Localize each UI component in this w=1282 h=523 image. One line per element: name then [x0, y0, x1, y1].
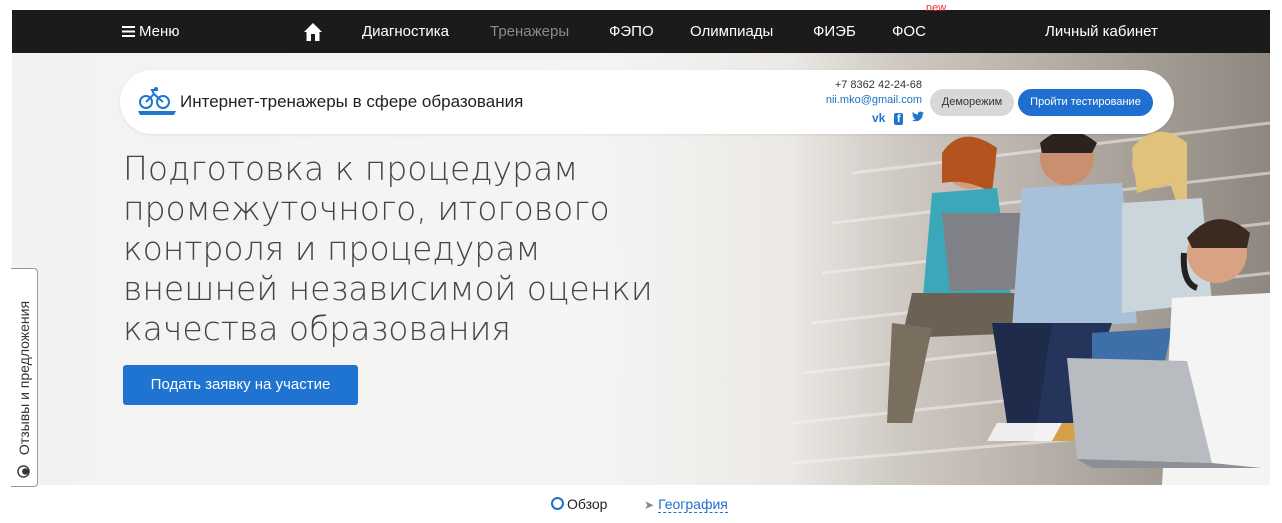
nav-fepo[interactable]: ФЭПО: [609, 10, 654, 53]
tab-geography-label: География: [658, 496, 728, 513]
location-arrow-icon: ➤: [644, 498, 655, 512]
site-name[interactable]: Интернет-тренажеры в сфере образования: [180, 92, 523, 112]
demo-mode-button[interactable]: Деморежим: [930, 89, 1014, 116]
phone-number: +7 8362 42-24-68: [834, 79, 922, 91]
nav-fieb[interactable]: ФИЭБ: [813, 10, 856, 53]
nav-diagnostics[interactable]: Диагностика: [362, 10, 449, 53]
feedback-label: Отзывы и предложения: [16, 300, 32, 455]
contacts-block: +7 8362 42-24-68 nii.mko@gmail.com: [810, 78, 922, 108]
feedback-toggle-icon: [17, 465, 30, 478]
nav-trainers[interactable]: Тренажеры: [490, 10, 569, 53]
feedback-side-tab[interactable]: Отзывы и предложения: [11, 268, 38, 487]
social-links: vk f: [868, 109, 924, 125]
top-navigation: Меню Диагностика Тренажеры ФЭПО Олимпиад…: [12, 2, 1270, 53]
home-icon[interactable]: [303, 22, 323, 42]
site-header-card: Интернет-тренажеры в сфере образования +…: [120, 70, 1174, 134]
nav-fos-label: ФОС: [892, 23, 926, 40]
apply-button[interactable]: Подать заявку на участие: [123, 365, 358, 405]
hamburger-icon: [122, 26, 135, 37]
hero-banner: Интернет-тренажеры в сфере образования +…: [12, 53, 1270, 485]
facebook-icon[interactable]: f: [893, 113, 904, 125]
nav-fos[interactable]: ФОС new: [892, 2, 946, 53]
cyclist-logo-icon[interactable]: [136, 86, 178, 116]
circle-icon: [551, 497, 564, 510]
twitter-icon[interactable]: [911, 111, 924, 125]
vk-icon[interactable]: vk: [872, 111, 885, 125]
hero-headline: Подготовка к процедурам промежуточного, …: [123, 149, 653, 348]
menu-button[interactable]: Меню: [122, 10, 180, 53]
tab-geography[interactable]: ➤ География: [644, 496, 728, 513]
nav-account[interactable]: Личный кабинет: [1045, 10, 1158, 53]
nav-olympiads[interactable]: Олимпиады: [690, 10, 773, 53]
tab-overview[interactable]: Обзор: [551, 496, 607, 512]
new-badge: new: [926, 2, 947, 14]
subnav-tabs: Обзор ➤ География: [0, 496, 1282, 516]
tab-overview-label: Обзор: [567, 496, 608, 512]
email-link[interactable]: nii.mko@gmail.com: [810, 93, 922, 108]
take-test-button[interactable]: Пройти тестирование: [1018, 89, 1153, 116]
